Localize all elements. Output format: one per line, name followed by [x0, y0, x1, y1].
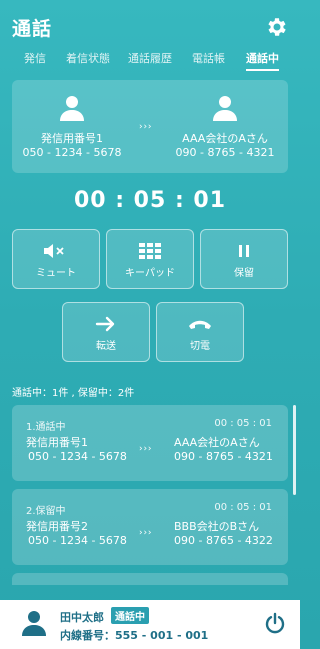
mute-button[interactable]: ミュート — [12, 229, 100, 289]
call-to-name: AAA会社のAさん — [174, 436, 260, 449]
transfer-button[interactable]: 転送 — [62, 302, 150, 362]
call-status: 2.保留中 — [26, 506, 66, 517]
callee-number: 090 - 8765 - 4321 — [175, 146, 275, 159]
user-footer: 田中太郎 通話中 内線番号：555 - 001 - 001 — [0, 600, 300, 649]
call-from-number: 050 - 1234 - 5678 — [28, 450, 127, 463]
phone-hangup-icon — [189, 320, 211, 329]
call-from-name: 発信用番号2 — [26, 520, 88, 533]
call-from-name: 発信用番号1 — [26, 436, 88, 449]
direction-arrows: › › › — [139, 528, 151, 538]
extension-number: 内線番号：555 - 001 - 001 — [60, 629, 209, 642]
tab-call-history[interactable]: 通話履歴 — [128, 50, 172, 66]
call-from: 発信用番号2 050 - 1234 - 5678 — [26, 520, 127, 548]
mute-label: ミュート — [36, 268, 76, 279]
page-title: 通話 — [12, 18, 53, 40]
power-icon[interactable] — [264, 612, 286, 634]
person-icon — [213, 96, 237, 121]
hangup-button[interactable]: 切電 — [156, 302, 244, 362]
pause-icon — [239, 245, 249, 257]
call-list-item[interactable]: 1.通話中 00 : 05 : 01 発信用番号1 050 - 1234 - 5… — [12, 405, 288, 481]
hold-button[interactable]: 保留 — [200, 229, 288, 289]
caller-name: 発信用番号1 — [41, 132, 103, 145]
callee-party: AAA会社のAさん 090 - 8765 - 4321 — [165, 94, 285, 160]
keypad-button[interactable]: キーパッド — [106, 229, 194, 289]
transfer-label: 転送 — [96, 341, 116, 352]
call-to-number: 090 - 8765 - 4321 — [174, 450, 273, 463]
gear-icon[interactable] — [264, 15, 288, 39]
call-list: 1.通話中 00 : 05 : 01 発信用番号1 050 - 1234 - 5… — [12, 405, 288, 585]
hold-label: 保留 — [234, 268, 254, 279]
call-to: AAA会社のAさん 090 - 8765 - 4321 — [174, 436, 273, 464]
direction-arrows: › › › — [139, 122, 151, 132]
user-name: 田中太郎 — [60, 611, 104, 624]
person-icon — [60, 96, 84, 121]
direction-arrows: › › › — [139, 444, 151, 454]
call-list-item-partial[interactable] — [12, 573, 288, 585]
callee-name: AAA会社のAさん — [182, 132, 268, 145]
header: 通話 発信 着信状態 通話履歴 電話帳 通話中 — [0, 0, 300, 75]
tab-phonebook[interactable]: 電話帳 — [192, 50, 225, 66]
call-summary: 通話中：1件 , 保留中：2件 — [12, 388, 135, 399]
phone-app: 通話 発信 着信状態 通話履歴 電話帳 通話中 発信用番号1 050 - 123… — [0, 0, 300, 649]
speaker-mute-icon — [44, 244, 64, 258]
keypad-icon — [139, 243, 161, 259]
current-call-card: 発信用番号1 050 - 1234 - 5678 › › › AAA会社のAさん… — [12, 80, 288, 173]
arrow-right-icon — [95, 316, 115, 332]
caller-party: 発信用番号1 050 - 1234 - 5678 — [12, 94, 132, 160]
call-duration: 00 : 05 : 01 — [214, 502, 272, 513]
hangup-label: 切電 — [190, 341, 210, 352]
call-to-number: 090 - 8765 - 4322 — [174, 534, 273, 547]
status-badge: 通話中 — [111, 607, 149, 624]
tab-dial[interactable]: 発信 — [24, 50, 46, 66]
call-status: 1.通話中 — [26, 422, 66, 433]
tab-in-call[interactable]: 通話中 — [246, 50, 279, 71]
call-list-item[interactable]: 2.保留中 00 : 05 : 01 発信用番号2 050 - 1234 - 5… — [12, 489, 288, 565]
call-to: BBB会社のBさん 090 - 8765 - 4322 — [174, 520, 273, 548]
call-duration: 00 : 05 : 01 — [214, 418, 272, 429]
tab-incoming-status[interactable]: 着信状態 — [66, 50, 110, 66]
call-from: 発信用番号1 050 - 1234 - 5678 — [26, 436, 127, 464]
person-icon — [22, 611, 46, 636]
list-scrollbar[interactable] — [293, 405, 296, 495]
tab-bar: 発信 着信状態 通話履歴 電話帳 通話中 — [0, 50, 300, 72]
caller-number: 050 - 1234 - 5678 — [22, 146, 122, 159]
keypad-label: キーパッド — [125, 268, 175, 279]
call-timer: 00 : 05 : 01 — [73, 188, 227, 213]
call-from-number: 050 - 1234 - 5678 — [28, 534, 127, 547]
call-to-name: BBB会社のBさん — [174, 520, 260, 533]
